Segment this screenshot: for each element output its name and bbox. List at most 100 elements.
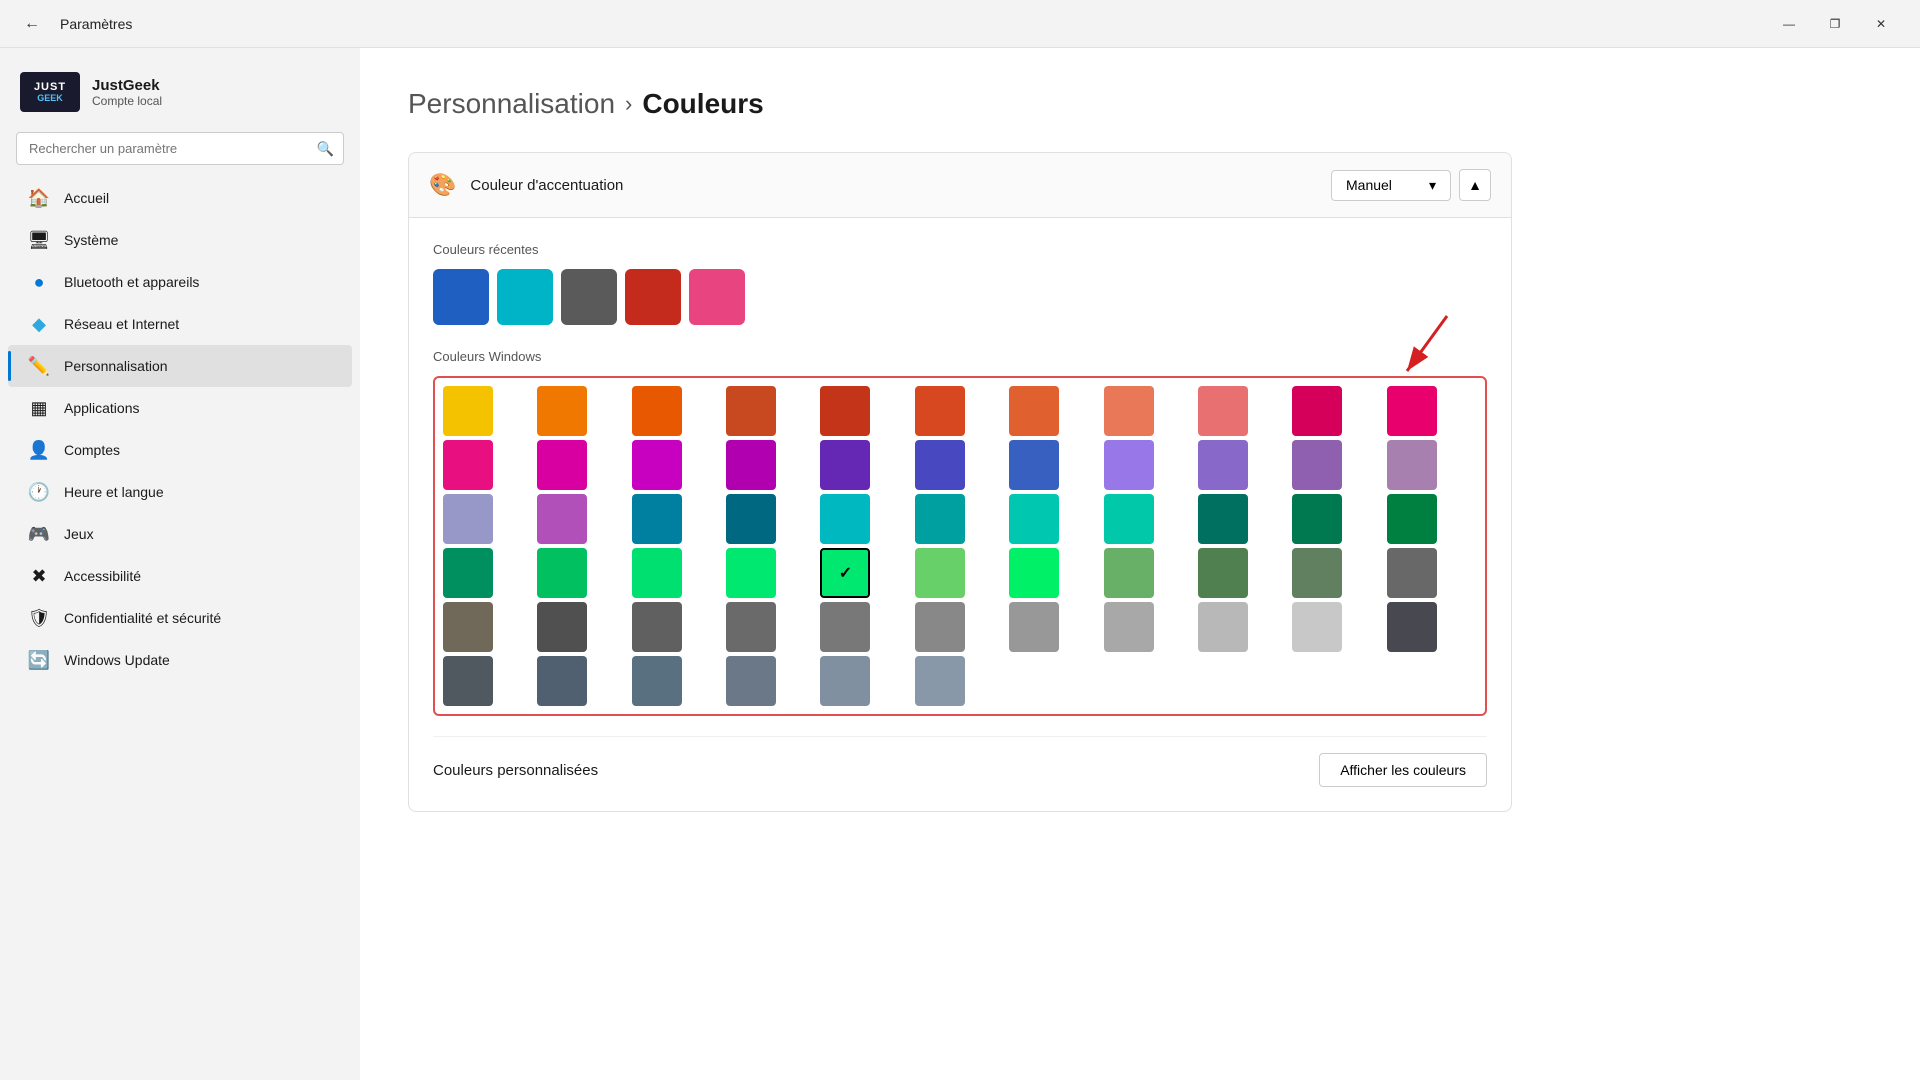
- windows-color-swatch[interactable]: [1198, 548, 1248, 598]
- windows-color-swatch[interactable]: [915, 386, 965, 436]
- window-controls: — ❐ ✕: [1766, 8, 1904, 40]
- sidebar-item-accueil[interactable]: 🏠 Accueil: [8, 177, 352, 219]
- windows-color-swatch[interactable]: [443, 602, 493, 652]
- windows-color-swatch[interactable]: [1292, 602, 1342, 652]
- windows-color-swatch[interactable]: [1387, 548, 1437, 598]
- windows-color-swatch[interactable]: [443, 440, 493, 490]
- windows-color-swatch[interactable]: [1198, 494, 1248, 544]
- sidebar-item-reseau[interactable]: ◆ Réseau et Internet: [8, 303, 352, 345]
- windows-color-swatch[interactable]: [726, 656, 776, 706]
- show-colors-button[interactable]: Afficher les couleurs: [1319, 753, 1487, 787]
- windows-color-swatch[interactable]: [537, 440, 587, 490]
- windows-color-swatch[interactable]: [632, 440, 682, 490]
- windows-color-swatch[interactable]: [443, 548, 493, 598]
- breadcrumb-parent[interactable]: Personnalisation: [408, 88, 615, 120]
- maximize-button[interactable]: ❐: [1812, 8, 1858, 40]
- recent-colors-label: Couleurs récentes: [433, 242, 1487, 257]
- windows-color-swatch[interactable]: [632, 656, 682, 706]
- windows-color-swatch[interactable]: [537, 386, 587, 436]
- windows-color-swatch[interactable]: [1292, 494, 1342, 544]
- accounts-icon: 👤: [28, 439, 50, 461]
- sidebar-item-heure[interactable]: 🕐 Heure et langue: [8, 471, 352, 513]
- windows-colors-grid: [433, 376, 1487, 716]
- windows-color-swatch[interactable]: [1198, 602, 1248, 652]
- windows-color-swatch[interactable]: [915, 548, 965, 598]
- close-button[interactable]: ✕: [1858, 8, 1904, 40]
- windows-color-swatch[interactable]: [1292, 440, 1342, 490]
- windows-color-swatch[interactable]: [1387, 440, 1437, 490]
- windows-color-swatch[interactable]: [820, 440, 870, 490]
- windows-color-swatch[interactable]: [820, 548, 870, 598]
- windows-color-swatch[interactable]: [726, 386, 776, 436]
- recent-color-swatch[interactable]: [625, 269, 681, 325]
- windows-color-swatch[interactable]: [1009, 494, 1059, 544]
- recent-colors-list: [433, 269, 1487, 325]
- recent-color-swatch[interactable]: [433, 269, 489, 325]
- windows-color-swatch[interactable]: [1009, 602, 1059, 652]
- windows-color-swatch[interactable]: [443, 386, 493, 436]
- sidebar-item-personnalisation[interactable]: ✏️ Personnalisation: [8, 345, 352, 387]
- windows-color-swatch[interactable]: [1292, 548, 1342, 598]
- sidebar-item-label: Comptes: [64, 442, 120, 458]
- windows-color-swatch[interactable]: [1387, 602, 1437, 652]
- windows-color-swatch[interactable]: [1104, 494, 1154, 544]
- windows-color-swatch[interactable]: [1387, 386, 1437, 436]
- windows-color-swatch[interactable]: [1292, 386, 1342, 436]
- sidebar-item-applications[interactable]: ▦ Applications: [8, 387, 352, 429]
- bluetooth-icon: ●: [28, 271, 50, 293]
- windows-color-swatch[interactable]: [820, 602, 870, 652]
- windows-color-swatch[interactable]: [726, 548, 776, 598]
- collapse-button[interactable]: ▲: [1459, 169, 1491, 201]
- windows-color-swatch[interactable]: [1104, 440, 1154, 490]
- windows-color-swatch[interactable]: [537, 602, 587, 652]
- windows-color-swatch[interactable]: [820, 656, 870, 706]
- windows-color-swatch[interactable]: [632, 386, 682, 436]
- sidebar-item-accessibilite[interactable]: ✖ Accessibilité: [8, 555, 352, 597]
- windows-color-swatch[interactable]: [1104, 602, 1154, 652]
- sidebar-item-bluetooth[interactable]: ● Bluetooth et appareils: [8, 261, 352, 303]
- sidebar-item-comptes[interactable]: 👤 Comptes: [8, 429, 352, 471]
- sidebar-item-systeme[interactable]: 🖥 Système: [8, 219, 352, 261]
- windows-color-swatch[interactable]: [1387, 494, 1437, 544]
- windows-color-swatch[interactable]: [726, 440, 776, 490]
- sidebar-item-windows-update[interactable]: 🔄 Windows Update: [8, 639, 352, 681]
- accent-mode-dropdown[interactable]: Manuel ▾: [1331, 170, 1451, 201]
- windows-color-swatch[interactable]: [915, 440, 965, 490]
- accent-color-section-body: Couleurs récentes Couleurs Windows: [408, 218, 1512, 812]
- minimize-button[interactable]: —: [1766, 8, 1812, 40]
- recent-color-swatch[interactable]: [561, 269, 617, 325]
- dropdown-value: Manuel: [1346, 177, 1392, 193]
- windows-color-swatch[interactable]: [443, 494, 493, 544]
- chevron-up-icon: ▲: [1468, 177, 1482, 193]
- windows-color-swatch[interactable]: [443, 656, 493, 706]
- windows-color-swatch[interactable]: [915, 656, 965, 706]
- sidebar-item-confidentialite[interactable]: 🛡 Confidentialité et sécurité: [8, 597, 352, 639]
- windows-color-swatch[interactable]: [820, 494, 870, 544]
- windows-color-swatch[interactable]: [537, 548, 587, 598]
- windows-color-swatch[interactable]: [537, 494, 587, 544]
- windows-color-swatch[interactable]: [726, 602, 776, 652]
- windows-color-swatch[interactable]: [537, 656, 587, 706]
- windows-color-swatch[interactable]: [632, 602, 682, 652]
- windows-color-swatch[interactable]: [1198, 440, 1248, 490]
- windows-color-swatch[interactable]: [1198, 386, 1248, 436]
- recent-color-swatch[interactable]: [497, 269, 553, 325]
- windows-color-swatch[interactable]: [1009, 548, 1059, 598]
- titlebar: ← Paramètres — ❐ ✕: [0, 0, 1920, 48]
- search-input[interactable]: [16, 132, 344, 165]
- recent-color-swatch[interactable]: [689, 269, 745, 325]
- windows-color-swatch[interactable]: [1104, 548, 1154, 598]
- sidebar-item-label: Personnalisation: [64, 358, 168, 374]
- sidebar-item-jeux[interactable]: 🎮 Jeux: [8, 513, 352, 555]
- windows-color-swatch[interactable]: [915, 602, 965, 652]
- windows-color-swatch[interactable]: [632, 494, 682, 544]
- windows-color-swatch[interactable]: [632, 548, 682, 598]
- windows-color-swatch[interactable]: [1009, 440, 1059, 490]
- windows-color-swatch[interactable]: [1104, 386, 1154, 436]
- windows-color-swatch[interactable]: [820, 386, 870, 436]
- back-button[interactable]: ←: [16, 8, 48, 40]
- main-content: Personnalisation › Couleurs 🎨 Couleur d'…: [360, 48, 1920, 1080]
- windows-color-swatch[interactable]: [726, 494, 776, 544]
- windows-color-swatch[interactable]: [1009, 386, 1059, 436]
- windows-color-swatch[interactable]: [915, 494, 965, 544]
